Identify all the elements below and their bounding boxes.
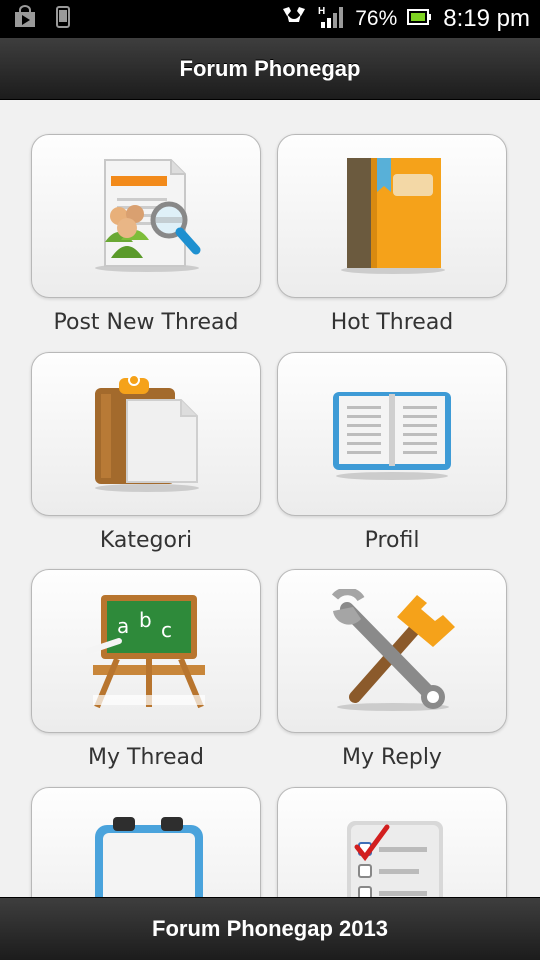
menu-item-label: Kategori (99, 528, 193, 553)
menu-tile-button[interactable] (277, 134, 507, 298)
clock: 8:19 pm (443, 5, 530, 32)
signal-h-icon: H (317, 4, 345, 34)
app-header: Forum Phonegap (0, 38, 540, 100)
menu-item-profil[interactable]: Profil (277, 352, 507, 553)
open-book-icon (333, 392, 451, 480)
phone-notification-icon (56, 6, 70, 32)
page-title: Forum Phonegap (179, 55, 361, 81)
checklist-icon (347, 821, 443, 897)
menu-tile-button[interactable] (277, 352, 507, 516)
menu-item-whiteboard[interactable] (31, 787, 261, 897)
status-bar: H 76% 8:19 pm (0, 0, 540, 38)
menu-tile-button[interactable] (31, 134, 261, 298)
book-icon (341, 158, 445, 274)
menu-item-checklist[interactable] (277, 787, 507, 897)
chalkboard-icon: a b c (86, 595, 205, 709)
menu-tile-button[interactable]: a b c (31, 569, 261, 733)
svg-text:b: b (139, 608, 152, 632)
menu-item-hot-thread[interactable]: Hot Thread (277, 134, 507, 335)
svg-text:c: c (161, 618, 172, 642)
svg-text:H: H (318, 6, 325, 17)
play-store-notification-icon (12, 5, 38, 33)
svg-text:a: a (117, 614, 129, 638)
post-thread-icon (95, 159, 201, 272)
menu-item-label: My Reply (342, 745, 442, 770)
battery-percent: 76% (355, 7, 398, 30)
menu-item-my-thread[interactable]: a b c My Thread (31, 569, 261, 770)
menu-item-my-reply[interactable]: My Reply (277, 569, 507, 770)
menu-item-post-new-thread[interactable]: Post New Thread (31, 134, 261, 335)
alarm-icon (281, 5, 307, 33)
app-footer: Forum Phonegap 2013 (0, 897, 540, 960)
battery-icon (407, 8, 433, 30)
footer-text: Forum Phonegap 2013 (152, 916, 388, 941)
menu-item-kategori[interactable]: Kategori (31, 352, 261, 553)
menu-tile-button[interactable] (277, 569, 507, 733)
menu-item-label: Hot Thread (330, 310, 454, 335)
tools-icon (331, 589, 455, 711)
menu-item-label: Post New Thread (53, 310, 239, 335)
clipboard-icon (95, 374, 199, 492)
menu-item-label: Profil (364, 528, 420, 553)
menu-tile-button[interactable] (31, 352, 261, 516)
menu-grid: Post New Thread Hot Thread Kategori Prof… (0, 100, 540, 897)
menu-tile-button[interactable] (277, 787, 507, 897)
menu-tile-button[interactable] (31, 787, 261, 897)
menu-item-label: My Thread (88, 745, 204, 770)
whiteboard-icon (95, 817, 203, 897)
